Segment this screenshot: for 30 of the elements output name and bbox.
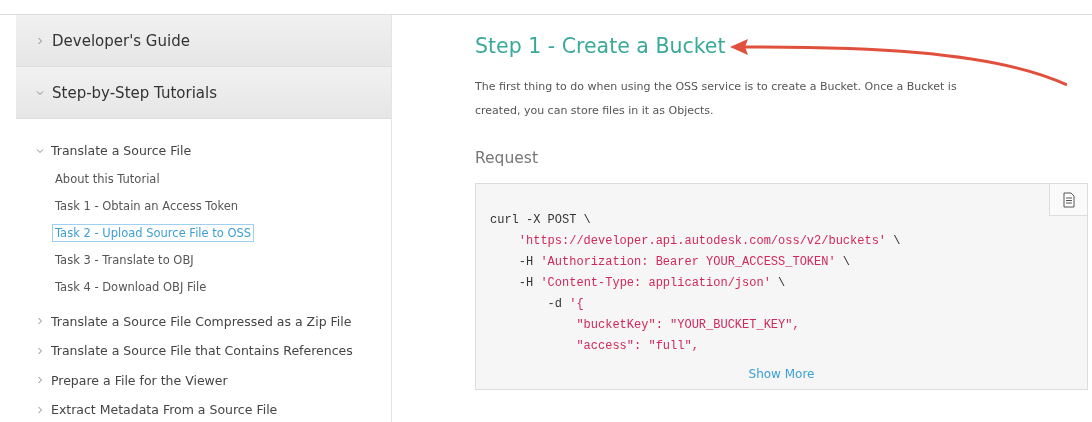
- sidebar-section[interactable]: Step-by-Step Tutorials: [16, 67, 391, 119]
- tree-item[interactable]: Prepare a File for the Viewer: [36, 365, 391, 395]
- code-line: -d '{: [546, 296, 584, 313]
- tree-item[interactable]: Extract Metadata From a Source File: [36, 395, 391, 422]
- code-line: -H 'Content-Type: application/json' \: [517, 275, 786, 292]
- document-icon: [1062, 191, 1075, 208]
- tree-link[interactable]: Task 4 - Download OBJ File: [52, 277, 210, 296]
- copy-button[interactable]: [1049, 184, 1087, 216]
- page-title: Step 1 - Create a Bucket: [475, 33, 726, 60]
- sidebar-section[interactable]: Developer's Guide: [16, 15, 391, 67]
- chevron-right-icon: [36, 317, 44, 326]
- tree-link[interactable]: About this Tutorial: [52, 169, 163, 188]
- tree-link[interactable]: Task 1 - Obtain an Access Token: [52, 196, 242, 215]
- tree-item[interactable]: Translate a Source File Compressed as a Zip File: [36, 306, 391, 336]
- tree-item[interactable]: Translate a Source File: [36, 136, 391, 166]
- chevron-right-icon: [36, 346, 44, 355]
- tree-item[interactable]: Translate a Source File that Contains References: [36, 336, 391, 366]
- chevron-down-icon: [36, 88, 44, 97]
- code-line: "access": "full",: [575, 338, 699, 355]
- tree-link[interactable]: Task 3 - Translate to OBJ: [52, 250, 197, 269]
- chevron-right-icon: [36, 36, 44, 45]
- chevron-down-icon: [36, 146, 44, 155]
- chevron-right-icon: [36, 376, 44, 385]
- code-line: -H 'Authorization: Bearer YOUR_ACCESS_TOKEN' \: [517, 254, 851, 271]
- intro-paragraph: The first thing to do when using the OSS service is to create a Bucket. Once a Bucket is created, you can store files in it as Objects.: [475, 79, 958, 119]
- section-heading: Request: [475, 149, 538, 167]
- code-line: "bucketKey": "YOUR_BUCKET_KEY",: [575, 317, 800, 334]
- code-line: 'https://developer.api.autodesk.com/oss/v2/buckets' \: [517, 233, 901, 250]
- chevron-right-icon: [36, 405, 44, 414]
- code-line: curl -X POST \: [490, 212, 591, 229]
